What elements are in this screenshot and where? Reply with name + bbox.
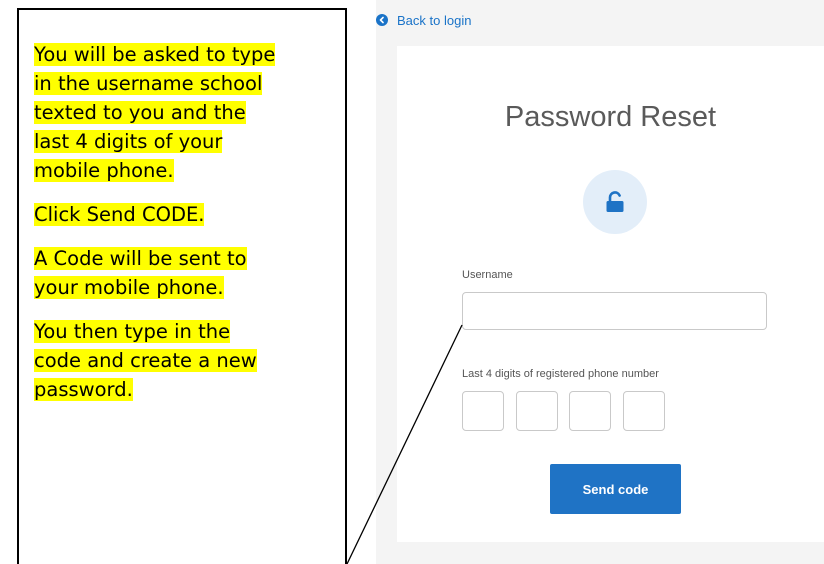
callout-line xyxy=(346,324,463,564)
